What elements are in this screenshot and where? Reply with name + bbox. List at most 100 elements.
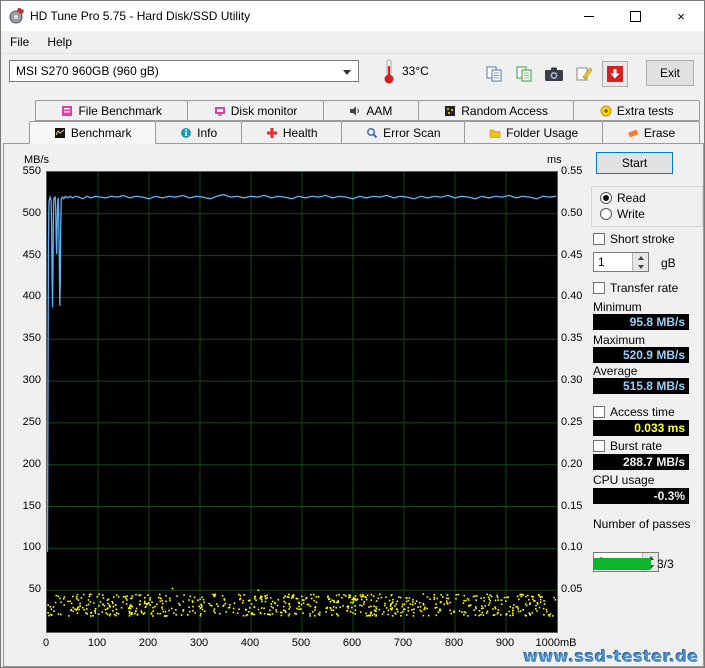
temperature-button[interactable] [382, 57, 398, 87]
close-button[interactable]: × [658, 1, 704, 31]
stepper-down[interactable] [633, 262, 648, 271]
tab-error-scan[interactable]: Error Scan [341, 121, 465, 144]
title-bar: HD Tune Pro 5.75 - Hard Disk/SSD Utility… [1, 1, 704, 31]
tab-random-access[interactable]: Random Access [418, 100, 575, 121]
progress-bar [593, 558, 651, 570]
copy-clipboard-icon [485, 65, 503, 83]
average-value: 515.8 MB/s [593, 378, 689, 394]
tab-health[interactable]: Health [241, 121, 342, 144]
menu-file[interactable]: File [1, 32, 38, 52]
maximize-icon [630, 11, 641, 22]
tab-info[interactable]: Info [155, 121, 242, 144]
random-access-icon [444, 105, 456, 117]
speaker-icon [349, 105, 361, 117]
write-radio[interactable] [600, 208, 612, 220]
watermark: www.ssd-tester.de [523, 647, 699, 666]
stepper-up[interactable] [633, 253, 648, 262]
exit-button-label: Exit [660, 66, 680, 80]
menu-help[interactable]: Help [38, 32, 81, 52]
benchmark-chart [46, 171, 558, 633]
short-stroke-label[interactable]: Short stroke [610, 232, 675, 246]
start-button-label: Start [622, 156, 647, 170]
stroke-size-unit: gB [661, 256, 676, 270]
start-button[interactable]: Start [596, 152, 673, 174]
maximize-button[interactable] [612, 1, 658, 31]
tab-label: Error Scan [383, 126, 440, 140]
tab-label: Folder Usage [506, 126, 578, 140]
export-icon [607, 66, 623, 82]
screenshot-button[interactable] [541, 61, 567, 87]
stroke-size-stepper[interactable]: 1 [593, 252, 649, 272]
drive-selector[interactable]: MSI S270 960GB (960 gB) [9, 60, 359, 82]
short-stroke-row[interactable]: Short stroke [593, 232, 675, 246]
tab-label: File Benchmark [78, 104, 161, 118]
burst-rate-checkbox[interactable] [593, 440, 605, 452]
app-icon [8, 8, 24, 24]
tab-erase[interactable]: Erase [602, 121, 700, 144]
transfer-rate-label[interactable]: Transfer rate [610, 281, 678, 295]
transfer-rate-row[interactable]: Transfer rate [593, 281, 678, 295]
save-results-button[interactable] [571, 61, 597, 87]
temperature-value: 33°C [402, 64, 429, 78]
progress-text: 3/3 [657, 557, 674, 571]
stepper-arrows[interactable] [632, 253, 648, 271]
passes-label: Number of passes [593, 517, 690, 531]
screenshot-icon [544, 66, 564, 83]
app-window: HD Tune Pro 5.75 - Hard Disk/SSD Utility… [0, 0, 705, 668]
tab-label: Extra tests [617, 104, 674, 118]
tab-aam[interactable]: AAM [323, 100, 419, 121]
minimum-value: 95.8 MB/s [593, 314, 689, 330]
write-radio-row[interactable]: Write [600, 207, 645, 221]
burst-rate-label[interactable]: Burst rate [610, 439, 662, 453]
benchmark-chart-canvas [47, 172, 557, 632]
save-results-icon [575, 65, 593, 83]
maximum-label: Maximum [593, 333, 645, 347]
transfer-rate-checkbox[interactable] [593, 282, 605, 294]
tab-file-benchmark[interactable]: File Benchmark [35, 100, 188, 121]
tab-extra-tests[interactable]: Extra tests [573, 100, 700, 121]
info-icon [180, 127, 192, 139]
short-stroke-checkbox[interactable] [593, 233, 605, 245]
benchmark-icon [54, 127, 66, 139]
tab-benchmark[interactable]: Benchmark [29, 121, 156, 144]
tab-row-primary: Benchmark Info Health Error Scan Folder … [29, 121, 699, 144]
tab-folder-usage[interactable]: Folder Usage [464, 121, 603, 144]
burst-rate-value: 288.7 MB/s [593, 454, 689, 470]
copy-image-icon [515, 65, 533, 83]
write-radio-label[interactable]: Write [617, 207, 645, 221]
file-benchmark-icon [61, 105, 73, 117]
copy-image-button[interactable] [511, 61, 537, 87]
minimum-label: Minimum [593, 300, 642, 314]
eraser-icon [627, 127, 639, 139]
cpu-usage-label: CPU usage [593, 473, 654, 487]
exit-button[interactable]: Exit [646, 60, 694, 86]
drive-selector-value: MSI S270 960GB (960 gB) [16, 64, 159, 78]
tab-row-secondary: File Benchmark Disk monitor AAM Random A… [35, 100, 699, 121]
access-time-row[interactable]: Access time [593, 405, 675, 419]
tab-label: AAM [366, 104, 392, 118]
minimize-button[interactable] [566, 1, 612, 31]
magnifier-icon [366, 127, 378, 139]
toolbar: MSI S270 960GB (960 gB) 33°C Exit [1, 53, 704, 99]
folder-icon [489, 127, 501, 139]
access-time-label[interactable]: Access time [610, 405, 675, 419]
tab-label: Benchmark [71, 126, 132, 140]
access-time-checkbox[interactable] [593, 406, 605, 418]
stroke-size-value: 1 [598, 255, 605, 269]
read-radio-row[interactable]: Read [600, 191, 646, 205]
average-label: Average [593, 364, 637, 378]
window-title: HD Tune Pro 5.75 - Hard Disk/SSD Utility [30, 9, 250, 23]
export-button[interactable] [602, 61, 628, 87]
read-radio-label[interactable]: Read [617, 191, 646, 205]
y-axis-left-unit: MB/s [24, 154, 49, 166]
menu-bar: File Help [1, 31, 704, 54]
access-time-value: 0.033 ms [593, 420, 689, 436]
tab-label: Info [197, 126, 217, 140]
burst-rate-row[interactable]: Burst rate [593, 439, 662, 453]
maximum-value: 520.9 MB/s [593, 347, 689, 363]
read-radio[interactable] [600, 192, 612, 204]
arrow-down-icon [638, 265, 644, 269]
close-icon: × [677, 10, 685, 23]
copy-text-button[interactable] [481, 61, 507, 87]
tab-disk-monitor[interactable]: Disk monitor [187, 100, 324, 121]
